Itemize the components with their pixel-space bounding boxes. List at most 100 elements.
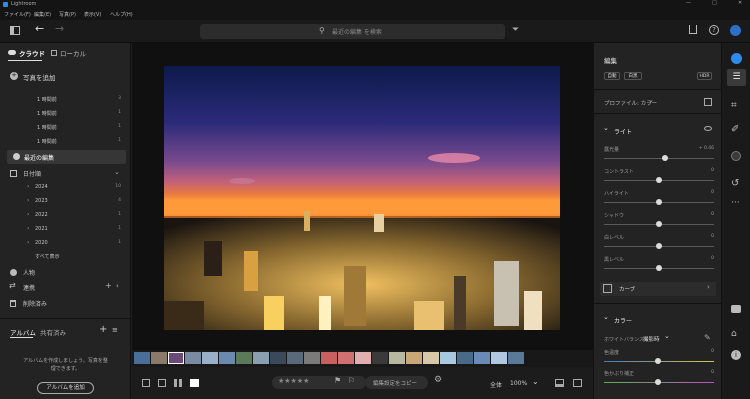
comment-icon[interactable] <box>731 305 741 313</box>
chevron-down-icon[interactable]: ⌄ <box>532 377 539 386</box>
slider-value[interactable]: + 0.46 <box>699 146 714 151</box>
info-icon[interactable]: i <box>731 350 741 360</box>
history-icon[interactable]: ↺ <box>731 178 739 189</box>
slider-value[interactable]: 0 <box>711 212 714 217</box>
year-row[interactable]: › 2021 1 <box>0 225 131 236</box>
slider-knob[interactable] <box>655 358 661 364</box>
menu-edit[interactable]: 編集(E) <box>34 11 51 18</box>
thumbnail[interactable] <box>508 352 524 364</box>
activity-icon[interactable] <box>573 379 582 387</box>
thumbnail[interactable] <box>151 352 167 364</box>
search-bar[interactable]: ⚲ 最近の編集 を検索 <box>200 24 505 39</box>
slider-value[interactable]: 0 <box>711 349 714 354</box>
slider-track[interactable] <box>604 158 714 159</box>
tab-cloud[interactable]: クラウド <box>19 48 45 58</box>
minimize-button[interactable]: — <box>686 0 691 6</box>
chevron-right-icon[interactable]: › <box>27 239 29 246</box>
add-photos-icon[interactable]: + <box>10 72 18 80</box>
chevron-right-icon[interactable]: › <box>27 197 29 204</box>
list-item[interactable]: 1 時間前 1 <box>0 110 131 120</box>
eyedropper-icon[interactable]: ✎ <box>704 333 711 342</box>
by-date-item[interactable]: 日付順 ⌄ <box>0 168 131 179</box>
crop-icon[interactable]: ⌗ <box>731 100 737 111</box>
chevron-right-icon[interactable]: › <box>27 225 29 232</box>
add-album-icon[interactable]: + <box>99 324 107 335</box>
adjust-sliders-icon[interactable]: ☰ <box>727 69 746 86</box>
white-balance-select[interactable]: 撮影時 <box>643 335 660 343</box>
sort-icon[interactable]: ≡ <box>112 326 118 334</box>
cloud-status-icon[interactable] <box>730 25 741 36</box>
year-row[interactable]: › 2023 4 <box>0 197 131 208</box>
deleted-item[interactable]: 削除済み <box>0 299 131 309</box>
thumbnail[interactable] <box>236 352 252 364</box>
more-icon[interactable]: ··· <box>731 198 740 208</box>
filter-icon[interactable]: ⏷ <box>512 25 519 35</box>
edit-tool-icon[interactable] <box>731 53 742 64</box>
share-icon[interactable] <box>689 25 697 34</box>
main-photo[interactable] <box>164 66 560 330</box>
chevron-down-icon[interactable]: ⌄ <box>664 332 670 340</box>
menu-help[interactable]: ヘルプ(H) <box>110 11 133 18</box>
add-album-button[interactable]: アルバムを追加 <box>37 382 94 394</box>
panel-toggle-icon[interactable] <box>10 26 20 35</box>
forward-arrow-icon[interactable]: → <box>55 22 64 35</box>
thumbnail[interactable] <box>389 352 405 364</box>
close-button[interactable]: ✕ <box>738 0 742 6</box>
year-row[interactable]: › 2020 1 <box>0 239 131 250</box>
detail-view-icon[interactable] <box>190 379 199 387</box>
slider-value[interactable]: 0 <box>711 168 714 173</box>
chevron-down-icon[interactable]: ⌄ <box>648 96 654 104</box>
slider-knob[interactable] <box>661 155 668 161</box>
thumbnail[interactable] <box>355 352 371 364</box>
auto-button[interactable]: 自動 <box>604 72 620 80</box>
eye-icon[interactable] <box>704 126 712 131</box>
chevron-left-icon[interactable]: ‹ <box>116 282 119 290</box>
thumbnail[interactable] <box>338 352 354 364</box>
grid-view-icon[interactable] <box>142 379 150 387</box>
list-item[interactable]: 1 時間前 3 <box>0 96 131 106</box>
chevron-right-icon[interactable]: › <box>27 211 29 218</box>
thumbnail[interactable] <box>219 352 235 364</box>
thumbnail[interactable] <box>168 352 184 364</box>
linked-item[interactable]: ⇄ 連携 + ‹ <box>0 281 131 293</box>
slider-knob[interactable] <box>656 243 662 249</box>
profile-browser-icon[interactable] <box>704 98 712 106</box>
chevron-down-icon[interactable]: ⌄ <box>114 168 120 176</box>
tab-local[interactable]: ローカル <box>60 48 86 58</box>
slider-knob[interactable] <box>656 199 662 205</box>
list-item[interactable]: 1 時間前 1 <box>0 138 131 148</box>
year-row[interactable]: › 2022 1 <box>0 211 131 222</box>
thumbnail[interactable] <box>372 352 388 364</box>
reject-flag-icon[interactable]: ⚐ <box>348 376 355 385</box>
thumbnail[interactable] <box>304 352 320 364</box>
thumbnail[interactable] <box>270 352 286 364</box>
thumbnail[interactable] <box>457 352 473 364</box>
tab-albums[interactable]: アルバム <box>10 327 36 337</box>
recent-edits-item[interactable]: 最近の編集 <box>7 150 126 164</box>
add-photos-button[interactable]: 写真を追加 <box>23 72 56 82</box>
slider-knob[interactable] <box>656 177 662 183</box>
back-arrow-icon[interactable]: ← <box>35 22 44 35</box>
slider-knob[interactable] <box>656 221 662 227</box>
copy-settings-button[interactable]: 編集設定をコピー <box>365 376 428 389</box>
zoom-value[interactable]: 100% <box>510 380 527 387</box>
slider-knob[interactable] <box>655 379 661 385</box>
bw-button[interactable]: 白黒 <box>624 72 642 80</box>
show-all-link[interactable]: すべて表示 <box>35 253 59 260</box>
slider-value[interactable]: 0 <box>711 190 714 195</box>
slider-value[interactable]: 0 <box>711 370 714 375</box>
slider-knob[interactable] <box>656 265 662 271</box>
color-section-title[interactable]: カラー <box>614 316 632 325</box>
thumbnail[interactable] <box>440 352 456 364</box>
search-input[interactable]: 最近の編集 を検索 <box>332 27 382 36</box>
square-grid-icon[interactable] <box>158 379 166 387</box>
thumbnail[interactable] <box>491 352 507 364</box>
settings-gear-icon[interactable]: ⚙ <box>434 375 442 385</box>
tab-shared[interactable]: 共有済み <box>40 327 66 337</box>
hdr-button[interactable]: HDR <box>697 72 712 80</box>
list-item[interactable]: 1 時間前 1 <box>0 124 131 134</box>
thumbnail[interactable] <box>423 352 439 364</box>
help-icon[interactable]: ? <box>709 25 719 35</box>
healing-brush-icon[interactable]: ✐ <box>731 124 739 135</box>
flag-icon[interactable]: ⚑ <box>334 376 341 385</box>
